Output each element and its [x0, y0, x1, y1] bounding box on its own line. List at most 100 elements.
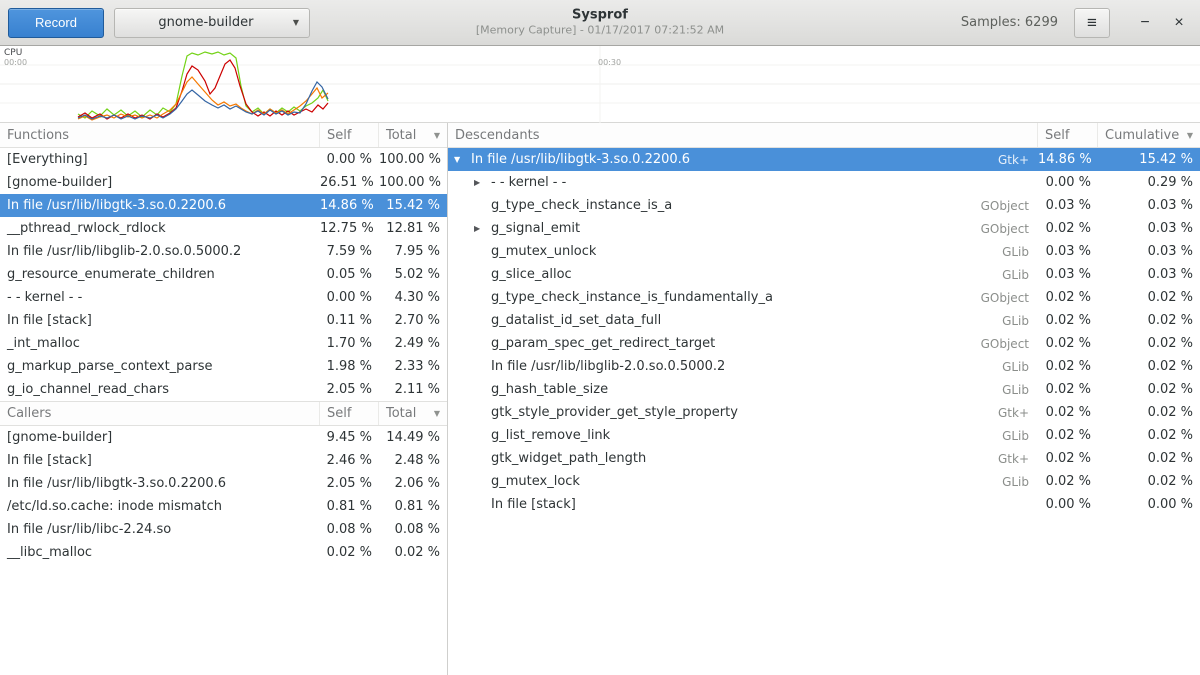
cumulative-percent: 0.02 %: [1098, 313, 1200, 328]
tree-row[interactable]: ▶- - kernel - -0.00 %0.29 %: [448, 171, 1200, 194]
tree-row[interactable]: g_param_spec_get_redirect_targetGObject0…: [448, 332, 1200, 355]
self-percent: 0.02 %: [320, 545, 379, 560]
self-percent: 2.46 %: [320, 453, 379, 468]
table-row[interactable]: In file /usr/lib/libglib-2.0.so.0.5000.2…: [0, 240, 447, 263]
column-header-self[interactable]: Self: [320, 123, 379, 147]
column-header-functions[interactable]: Functions: [0, 123, 320, 147]
symbol-name: In file /usr/lib/libgtk-3.so.0.2200.6: [470, 152, 690, 167]
sort-indicator-icon: ▼: [1183, 131, 1193, 140]
library-tag: GLib: [1002, 475, 1038, 489]
symbol-name: g_markup_parse_context_parse: [0, 359, 320, 374]
total-percent: 2.33 %: [379, 359, 447, 374]
total-percent: 7.95 %: [379, 244, 447, 259]
column-label: Cumulative: [1105, 128, 1179, 143]
expander-closed-icon[interactable]: ▶: [474, 178, 490, 187]
tree-row[interactable]: g_slice_allocGLib0.03 %0.03 %: [448, 263, 1200, 286]
tree-row[interactable]: g_list_remove_linkGLib0.02 %0.02 %: [448, 424, 1200, 447]
column-header-total[interactable]: Total ▼: [379, 123, 447, 147]
total-percent: 4.30 %: [379, 290, 447, 305]
column-header-cumulative[interactable]: Cumulative ▼: [1098, 123, 1200, 147]
tree-row[interactable]: g_type_check_instance_is_aGObject0.03 %0…: [448, 194, 1200, 217]
symbol-name: - - kernel - -: [0, 290, 320, 305]
self-percent: 0.02 %: [1038, 359, 1098, 374]
process-selector-dropdown[interactable]: gnome-builder ▼: [114, 8, 310, 38]
total-percent: 5.02 %: [379, 267, 447, 282]
self-percent: 0.02 %: [1038, 336, 1098, 351]
tree-row[interactable]: g_datalist_id_set_data_fullGLib0.02 %0.0…: [448, 309, 1200, 332]
sort-indicator-icon: ▼: [430, 131, 440, 140]
self-percent: 0.00 %: [320, 290, 379, 305]
descendants-tree: ▼In file /usr/lib/libgtk-3.so.0.2200.6 Gt…: [448, 148, 1200, 516]
table-row[interactable]: [Everything]0.00 %100.00 %: [0, 148, 447, 171]
self-percent: 2.05 %: [320, 382, 379, 397]
tree-row[interactable]: g_mutex_lockGLib0.02 %0.02 %: [448, 470, 1200, 493]
table-row[interactable]: In file /usr/lib/libgtk-3.so.0.2200.614.…: [0, 194, 447, 217]
symbol-name: [gnome-builder]: [0, 175, 320, 190]
process-selector-label: gnome-builder: [125, 15, 287, 30]
minimize-button[interactable]: −: [1132, 10, 1158, 36]
time-tick-start: 00:00: [4, 58, 27, 67]
table-row[interactable]: - - kernel - -0.00 %4.30 %: [0, 286, 447, 309]
tree-row[interactable]: gtk_style_provider_get_style_propertyGtk…: [448, 401, 1200, 424]
tree-row[interactable]: ▼In file /usr/lib/libgtk-3.so.0.2200.6 Gt…: [448, 148, 1200, 171]
table-row[interactable]: [gnome-builder]9.45 %14.49 %: [0, 426, 447, 449]
tree-row[interactable]: ▶g_signal_emitGObject0.02 %0.03 %: [448, 217, 1200, 240]
menu-button[interactable]: ≡: [1074, 8, 1110, 38]
tree-row[interactable]: g_type_check_instance_is_fundamentally_a…: [448, 286, 1200, 309]
self-percent: 7.59 %: [320, 244, 379, 259]
table-row[interactable]: In file /usr/lib/libgtk-3.so.0.2200.62.0…: [0, 472, 447, 495]
table-row[interactable]: In file [stack]2.46 %2.48 %: [0, 449, 447, 472]
record-button[interactable]: Record: [8, 8, 104, 38]
table-row[interactable]: [gnome-builder]26.51 %100.00 %: [0, 171, 447, 194]
table-row[interactable]: In file [stack]0.11 %2.70 %: [0, 309, 447, 332]
cpu-graph[interactable]: CPU 00:00 00:30: [0, 46, 1200, 123]
table-row[interactable]: /etc/ld.so.cache: inode mismatch0.81 %0.…: [0, 495, 447, 518]
table-row[interactable]: g_markup_parse_context_parse1.98 %2.33 %: [0, 355, 447, 378]
column-label: Callers: [7, 406, 51, 421]
cumulative-percent: 0.02 %: [1098, 359, 1200, 374]
self-percent: 1.70 %: [320, 336, 379, 351]
symbol-name: g_io_channel_read_chars: [0, 382, 320, 397]
table-row[interactable]: __libc_malloc0.02 %0.02 %: [0, 541, 447, 564]
descendants-header-row: Descendants Self Cumulative ▼: [448, 123, 1200, 148]
chevron-down-icon: ▼: [293, 18, 299, 27]
column-header-callers[interactable]: Callers: [0, 402, 320, 425]
self-percent: 0.03 %: [1038, 244, 1098, 259]
column-header-self[interactable]: Self: [1038, 123, 1098, 147]
main-content: Functions Self Total ▼ [Everything]0.00 …: [0, 123, 1200, 675]
tree-row[interactable]: In file [stack]0.00 %0.00 %: [448, 493, 1200, 516]
expander-open-icon[interactable]: ▼: [454, 155, 470, 164]
symbol-name: In file [stack]: [0, 313, 320, 328]
symbol-name: g_type_check_instance_is_fundamentally_a: [490, 290, 773, 305]
tree-row[interactable]: g_mutex_unlockGLib0.03 %0.03 %: [448, 240, 1200, 263]
symbol-name: g_type_check_instance_is_a: [490, 198, 672, 213]
tree-row[interactable]: In file /usr/lib/libglib-2.0.so.0.5000.2…: [448, 355, 1200, 378]
symbol-name: In file /usr/lib/libc-2.24.so: [0, 522, 320, 537]
column-label: Total: [386, 128, 416, 143]
table-row[interactable]: g_io_channel_read_chars2.05 %2.11 %: [0, 378, 447, 401]
table-row[interactable]: In file /usr/lib/libc-2.24.so0.08 %0.08 …: [0, 518, 447, 541]
total-percent: 0.81 %: [379, 499, 447, 514]
expander-closed-icon[interactable]: ▶: [474, 224, 490, 233]
headerbar: Record gnome-builder ▼ Sysprof [Memory C…: [0, 0, 1200, 46]
cpu-series-green: [78, 52, 328, 118]
symbol-name: In file /usr/lib/libgtk-3.so.0.2200.6: [0, 476, 320, 491]
table-row[interactable]: g_resource_enumerate_children0.05 %5.02 …: [0, 263, 447, 286]
column-header-total[interactable]: Total ▼: [379, 402, 447, 425]
self-percent: 1.98 %: [320, 359, 379, 374]
column-header-descendants[interactable]: Descendants: [448, 123, 1038, 147]
self-percent: 12.75 %: [320, 221, 379, 236]
window-title-block: Sysprof [Memory Capture] - 01/17/2017 07…: [476, 7, 724, 38]
close-button[interactable]: ×: [1166, 10, 1192, 36]
table-row[interactable]: __pthread_rwlock_rdlock12.75 %12.81 %: [0, 217, 447, 240]
symbol-name: g_datalist_id_set_data_full: [490, 313, 661, 328]
library-tag: Gtk+: [998, 153, 1038, 167]
column-header-self[interactable]: Self: [320, 402, 379, 425]
sort-indicator-icon: ▼: [430, 409, 440, 418]
tree-row[interactable]: gtk_widget_path_lengthGtk+0.02 %0.02 %: [448, 447, 1200, 470]
table-row[interactable]: _int_malloc1.70 %2.49 %: [0, 332, 447, 355]
tree-row[interactable]: g_hash_table_sizeGLib0.02 %0.02 %: [448, 378, 1200, 401]
column-label: Descendants: [455, 128, 540, 143]
library-tag: GLib: [1002, 268, 1038, 282]
self-percent: 0.02 %: [1038, 405, 1098, 420]
